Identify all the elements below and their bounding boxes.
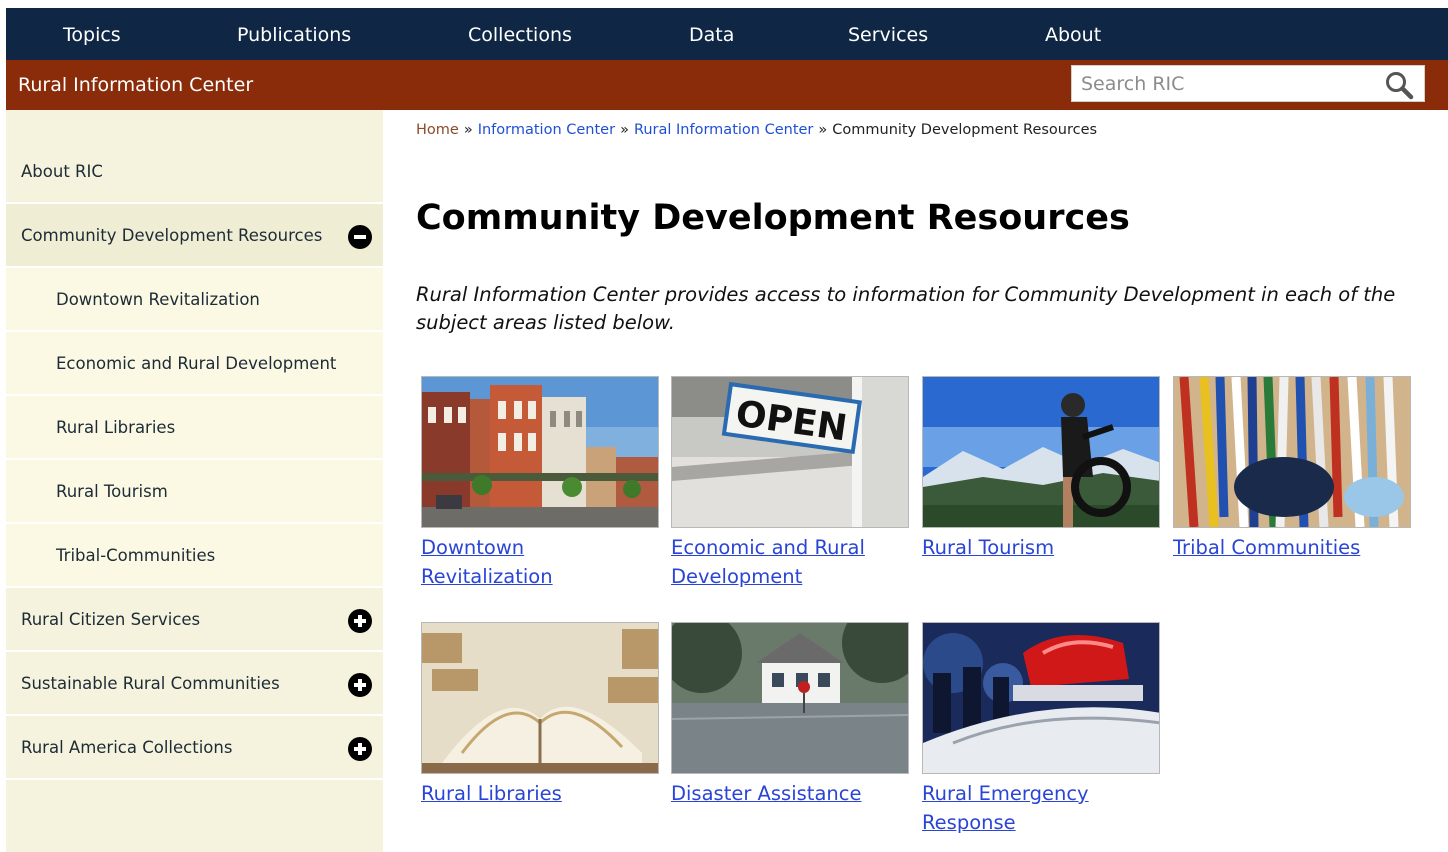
intro-text: Rural Information Center provides access… [416, 283, 1396, 334]
sidebar-item-about-ric[interactable]: About RIC [6, 140, 383, 204]
nav-topics[interactable]: Topics [63, 8, 121, 60]
page-title: Community Development Resources [416, 198, 1130, 238]
card-title-link[interactable]: Rural Tourism [922, 534, 1160, 563]
mountain-biker-photo[interactable] [922, 376, 1160, 528]
tribal-regalia-photo[interactable] [1173, 376, 1411, 528]
nav-publications[interactable]: Publications [237, 8, 351, 60]
sidebar-item-label: Rural Tourism [56, 482, 168, 501]
sidebar-item-label: Sustainable Rural Communities [21, 674, 280, 693]
sidebar-item-rural-citizen-services[interactable]: Rural Citizen Services [6, 588, 383, 652]
resource-card: Rural Emergency Response [922, 622, 1160, 837]
nav-collections[interactable]: Collections [468, 8, 572, 60]
open-sign-photo[interactable]: OPEN [671, 376, 909, 528]
sidebar-item-label: About RIC [21, 162, 103, 181]
sidebar-item-economic-rural-development[interactable]: Economic and Rural Development [6, 332, 383, 396]
plus-circle-icon[interactable] [348, 609, 372, 633]
card-title-link[interactable]: Downtown Revitalization [421, 534, 659, 591]
breadcrumb-information-center[interactable]: Information Center [478, 122, 615, 138]
breadcrumb-home[interactable]: Home [416, 122, 459, 138]
sidebar-item-label: Economic and Rural Development [56, 354, 337, 373]
breadcrumb: Home» Information Center» Rural Informatio… [416, 122, 1097, 138]
flooded-house-photo[interactable] [671, 622, 909, 774]
card-title-link[interactable]: Tribal Communities [1173, 534, 1411, 563]
magnifier-icon[interactable] [1384, 70, 1414, 100]
sidebar-item-rural-libraries[interactable]: Rural Libraries [6, 396, 383, 460]
search-box [1071, 65, 1425, 102]
site-header: Rural Information Center [6, 60, 1448, 110]
sidebar: About RIC Community Development Resource… [6, 110, 383, 852]
search-input[interactable] [1081, 70, 1371, 98]
sidebar-item-tribal-communities[interactable]: Tribal-Communities [6, 524, 383, 588]
breadcrumb-separator: » [620, 122, 629, 138]
plus-circle-icon[interactable] [348, 673, 372, 697]
sidebar-item-label: Community Development Resources [21, 226, 323, 245]
card-title-link[interactable]: Economic and Rural Development [671, 534, 909, 591]
sidebar-item-label: Rural Libraries [56, 418, 176, 437]
sidebar-item-label: Rural Citizen Services [21, 610, 201, 629]
resource-card: Disaster Assistance [671, 622, 909, 809]
minus-circle-icon[interactable] [348, 225, 372, 249]
sidebar-item-rural-america-collections[interactable]: Rural America Collections [6, 716, 383, 780]
resource-card: Tribal Communities [1173, 376, 1411, 563]
resource-card: Rural Libraries [421, 622, 659, 809]
plus-circle-icon[interactable] [348, 737, 372, 761]
breadcrumb-separator: » [818, 122, 828, 138]
card-title-link[interactable]: Disaster Assistance [671, 780, 909, 809]
breadcrumb-rural-information-center[interactable]: Rural Information Center [634, 122, 813, 138]
sidebar-item-label: Rural America Collections [21, 738, 233, 757]
site-title[interactable]: Rural Information Center [18, 60, 253, 110]
breadcrumb-separator: » [463, 122, 473, 138]
resource-card: Downtown Revitalization [421, 376, 659, 591]
sidebar-item-label: Tribal-Communities [56, 546, 216, 565]
downtown-street-photo[interactable] [421, 376, 659, 528]
resource-card: Rural Tourism [922, 376, 1160, 563]
resource-card: OPEN Economic and Rural Development [671, 376, 909, 591]
sidebar-item-community-development[interactable]: Community Development Resources [6, 204, 383, 268]
card-title-link[interactable]: Rural Emergency Response [922, 780, 1160, 837]
nav-about[interactable]: About [1045, 8, 1101, 60]
sidebar-item-downtown-revitalization[interactable]: Downtown Revitalization [6, 268, 383, 332]
card-title-link[interactable]: Rural Libraries [421, 780, 659, 809]
top-nav: Topics Publications Collections Data Ser… [6, 8, 1448, 60]
open-books-photo[interactable] [421, 622, 659, 774]
sidebar-item-rural-tourism[interactable]: Rural Tourism [6, 460, 383, 524]
nav-data[interactable]: Data [689, 8, 734, 60]
police-car-photo[interactable] [922, 622, 1160, 774]
sidebar-item-sustainable-rural-communities[interactable]: Sustainable Rural Communities [6, 652, 383, 716]
nav-services[interactable]: Services [848, 8, 928, 60]
breadcrumb-current: Community Development Resources [832, 122, 1098, 138]
sidebar-item-label: Downtown Revitalization [56, 290, 260, 309]
